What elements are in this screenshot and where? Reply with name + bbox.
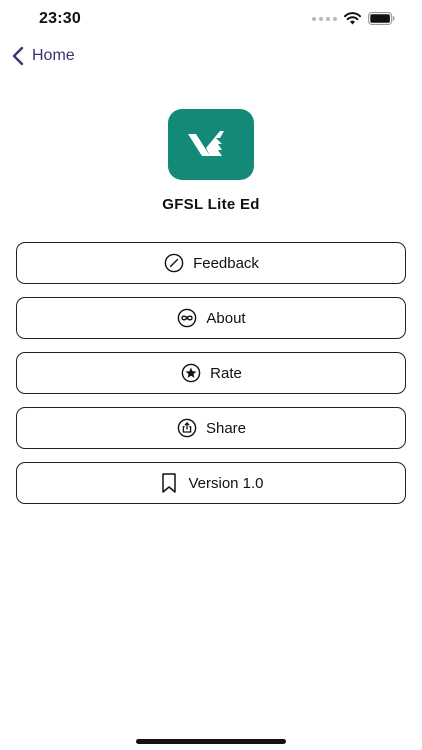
app-name: GFSL Lite Ed bbox=[162, 196, 260, 213]
slash-circle-icon bbox=[163, 252, 185, 274]
cellular-signal-icon bbox=[312, 16, 337, 21]
share-icon bbox=[176, 417, 198, 439]
status-time: 23:30 bbox=[39, 10, 81, 27]
version-label: Version 1.0 bbox=[188, 474, 264, 492]
bookmark-icon bbox=[158, 472, 180, 494]
back-button[interactable]: Home bbox=[12, 44, 75, 68]
feedback-button[interactable]: Feedback bbox=[16, 242, 406, 284]
back-button-label: Home bbox=[32, 47, 75, 64]
about-button[interactable]: About bbox=[16, 297, 406, 339]
battery-icon bbox=[368, 12, 395, 25]
rate-label: Rate bbox=[210, 364, 242, 382]
status-bar: 23:30 bbox=[0, 0, 422, 40]
home-indicator[interactable] bbox=[136, 739, 286, 744]
share-button[interactable]: Share bbox=[16, 407, 406, 449]
infinity-circle-icon bbox=[176, 307, 198, 329]
status-icons bbox=[312, 12, 395, 25]
menu-list: Feedback About Rate Share Version 1.0 bbox=[16, 242, 406, 517]
app-logo-mark bbox=[188, 130, 224, 156]
version-button[interactable]: Version 1.0 bbox=[16, 462, 406, 504]
app-logo-icon bbox=[168, 109, 254, 180]
rate-button[interactable]: Rate bbox=[16, 352, 406, 394]
star-circle-icon bbox=[180, 362, 202, 384]
wifi-icon bbox=[344, 12, 361, 25]
about-label: About bbox=[206, 309, 246, 327]
feedback-label: Feedback bbox=[193, 254, 259, 272]
chevron-left-icon bbox=[12, 46, 24, 66]
settings-screen: 23:30 Home GFSL Lite Ed Feedback About R… bbox=[0, 0, 422, 750]
share-label: Share bbox=[205, 419, 247, 437]
